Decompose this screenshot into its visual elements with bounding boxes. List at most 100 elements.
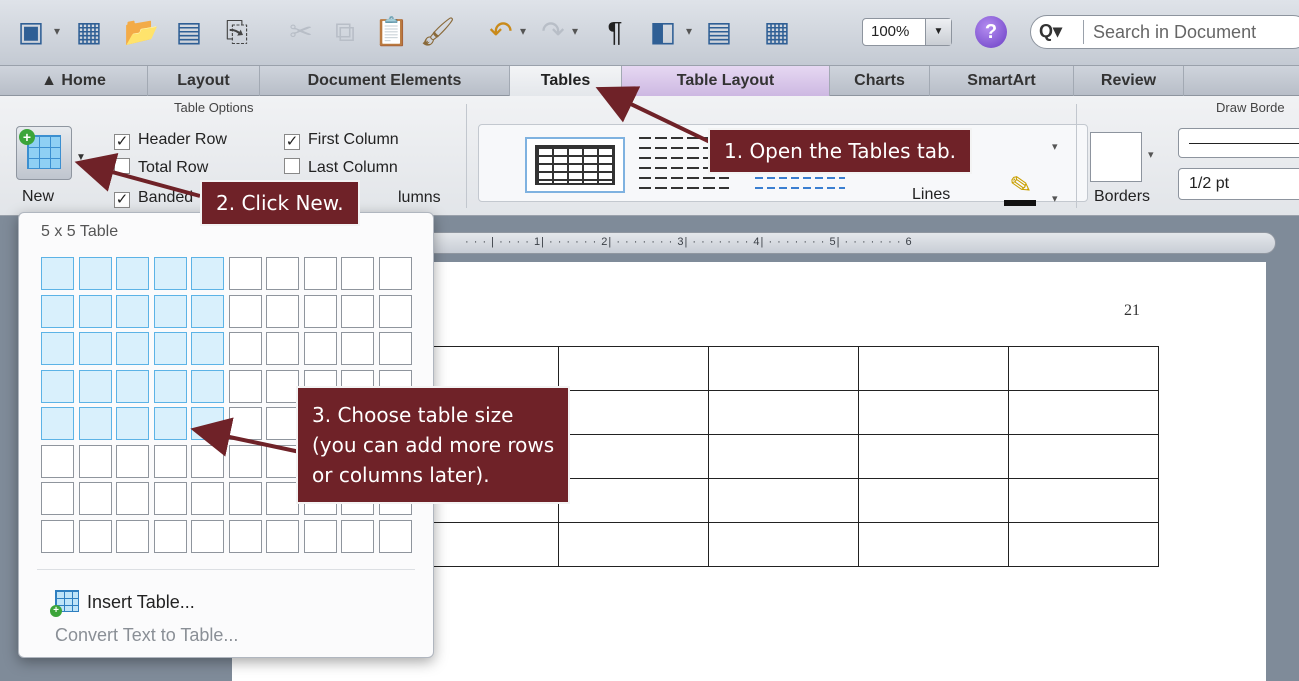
- table-cell[interactable]: [558, 434, 709, 479]
- first-column-checkbox[interactable]: ✓ First Column: [284, 130, 399, 150]
- gallery-icon[interactable]: ▤: [702, 12, 736, 52]
- table-size-cell[interactable]: [153, 482, 187, 515]
- table-cell[interactable]: [708, 346, 859, 391]
- table-size-cell[interactable]: [341, 294, 374, 328]
- table-size-cell[interactable]: [78, 482, 112, 515]
- table-size-cell[interactable]: [266, 482, 299, 515]
- table-size-cell[interactable]: [41, 294, 74, 328]
- table-cell[interactable]: [708, 390, 859, 435]
- table-size-cell[interactable]: [78, 294, 112, 328]
- new-doc-icon[interactable]: ▣: [14, 12, 48, 52]
- banded-rows-checkbox[interactable]: ✓ Banded: [114, 188, 193, 208]
- table-cell[interactable]: [858, 522, 1009, 567]
- table-cell[interactable]: [858, 478, 1009, 523]
- table-size-cell[interactable]: [41, 519, 74, 553]
- table-size-cell[interactable]: [153, 294, 187, 328]
- table-size-cell[interactable]: [41, 332, 74, 365]
- table-size-cell[interactable]: [191, 369, 224, 403]
- tab-tables[interactable]: Tables: [510, 66, 622, 96]
- search-icon[interactable]: Q▾: [1039, 21, 1062, 42]
- table-size-cell[interactable]: [116, 519, 149, 553]
- table-cell[interactable]: [558, 346, 709, 391]
- table-size-cell[interactable]: [303, 332, 337, 365]
- table-size-cell[interactable]: [228, 294, 262, 328]
- table-size-cell[interactable]: [266, 444, 299, 478]
- sidebar-icon[interactable]: ◧: [646, 12, 680, 52]
- chevron-down-icon[interactable]: ▼: [925, 19, 951, 45]
- search-input[interactable]: Search in Document: [1093, 22, 1256, 43]
- chevron-down-icon[interactable]: ▾: [54, 24, 60, 38]
- chevron-down-icon[interactable]: ▾: [1148, 148, 1154, 161]
- redo-icon[interactable]: ↷: [536, 12, 570, 52]
- table-cell[interactable]: [1008, 346, 1159, 391]
- total-row-checkbox[interactable]: Total Row: [114, 158, 208, 178]
- paste-icon[interactable]: 📋: [374, 12, 409, 52]
- table-cell[interactable]: [558, 390, 709, 435]
- table-size-cell[interactable]: [191, 519, 224, 553]
- table-cell[interactable]: [858, 346, 1009, 391]
- table-size-cell[interactable]: [153, 332, 187, 365]
- new-table-button[interactable]: +: [16, 126, 72, 180]
- table-style-swatch[interactable]: [525, 137, 625, 193]
- table-cell[interactable]: [1008, 478, 1159, 523]
- table-size-cell[interactable]: [116, 407, 149, 440]
- table-size-cell[interactable]: [266, 369, 299, 403]
- table-size-cell[interactable]: [228, 519, 262, 553]
- table-size-cell[interactable]: [191, 257, 224, 290]
- table-cell[interactable]: [1008, 522, 1159, 567]
- tab-review[interactable]: Review: [1074, 66, 1184, 96]
- media-browser-icon[interactable]: ▦: [760, 12, 794, 52]
- tab-smartart[interactable]: SmartArt: [930, 66, 1074, 96]
- table-size-cell[interactable]: [116, 294, 149, 328]
- table-cell[interactable]: [708, 478, 859, 523]
- line-weight-select[interactable]: 1/2 pt: [1178, 168, 1299, 200]
- table-size-cell[interactable]: [153, 444, 187, 478]
- table-size-cell[interactable]: [228, 407, 262, 440]
- format-painter-icon[interactable]: 🖌: [420, 12, 456, 52]
- table-size-cell[interactable]: [41, 444, 74, 478]
- table-size-cell[interactable]: [341, 332, 374, 365]
- tab-layout[interactable]: Layout: [148, 66, 260, 96]
- chevron-down-icon[interactable]: ▼: [76, 152, 86, 163]
- table-size-cell[interactable]: [378, 332, 412, 365]
- table-size-cell[interactable]: [378, 519, 412, 553]
- table-size-cell[interactable]: [78, 257, 112, 290]
- table-size-cell[interactable]: [266, 519, 299, 553]
- chevron-down-icon[interactable]: ▾: [686, 24, 692, 38]
- table-size-cell[interactable]: [228, 332, 262, 365]
- table-size-cell[interactable]: [228, 444, 262, 478]
- tab-table-layout[interactable]: Table Layout: [622, 66, 830, 96]
- table-size-cell[interactable]: [191, 407, 224, 440]
- help-icon[interactable]: ?: [975, 16, 1007, 48]
- table-cell[interactable]: [858, 390, 1009, 435]
- chevron-down-icon[interactable]: ▾: [1052, 140, 1058, 153]
- table-size-cell[interactable]: [41, 482, 74, 515]
- table-size-cell[interactable]: [228, 257, 262, 290]
- table-size-cell[interactable]: [153, 257, 187, 290]
- table-size-cell[interactable]: [41, 369, 74, 403]
- cut-icon[interactable]: ✂: [284, 12, 318, 52]
- table-size-cell[interactable]: [266, 332, 299, 365]
- last-column-checkbox[interactable]: Last Column: [284, 158, 398, 178]
- table-size-cell[interactable]: [153, 369, 187, 403]
- table-size-cell[interactable]: [266, 407, 299, 440]
- chevron-down-icon[interactable]: ▾: [1052, 192, 1058, 205]
- table-size-cell[interactable]: [341, 519, 374, 553]
- convert-text-to-table-menu-item[interactable]: Convert Text to Table...: [55, 625, 238, 646]
- table-size-cell[interactable]: [228, 369, 262, 403]
- open-icon[interactable]: 📂: [124, 12, 159, 52]
- table-size-cell[interactable]: [116, 482, 149, 515]
- tab-home[interactable]: ▲ Home: [0, 66, 148, 96]
- table-cell[interactable]: [708, 522, 859, 567]
- table-cell[interactable]: [1008, 434, 1159, 479]
- table-size-cell[interactable]: [191, 482, 224, 515]
- table-size-cell[interactable]: [78, 369, 112, 403]
- table-size-cell[interactable]: [303, 257, 337, 290]
- table-cell[interactable]: [708, 434, 859, 479]
- table-cell[interactable]: [558, 522, 709, 567]
- chevron-down-icon[interactable]: ▾: [572, 24, 578, 38]
- table-size-cell[interactable]: [78, 332, 112, 365]
- table-size-cell[interactable]: [303, 294, 337, 328]
- table-size-cell[interactable]: [78, 519, 112, 553]
- table-size-cell[interactable]: [41, 257, 74, 290]
